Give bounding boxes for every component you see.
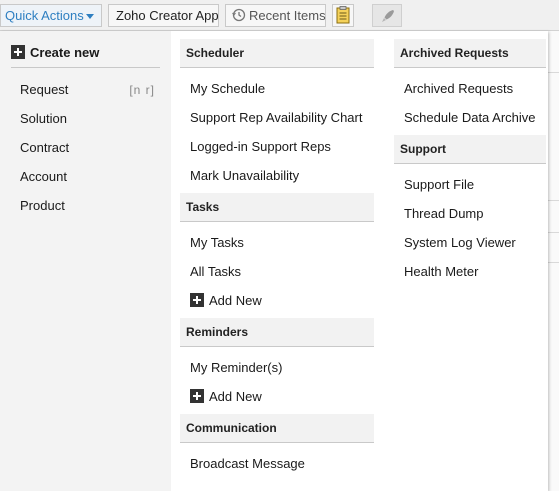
system-log-viewer-link[interactable]: System Log Viewer: [404, 235, 516, 251]
health-meter-link[interactable]: Health Meter: [404, 264, 478, 280]
create-new-header: Create new: [11, 43, 160, 68]
background-divider: [547, 72, 559, 73]
plus-icon: [190, 293, 204, 307]
reminders-section-header: Reminders: [180, 318, 374, 347]
create-request-item[interactable]: Request [n r]: [20, 82, 155, 98]
top-toolbar: Quick Actions Zoho Creator App Recent It…: [0, 0, 559, 31]
clipboard-button[interactable]: [332, 4, 354, 27]
recent-items-button[interactable]: Recent Items: [225, 4, 326, 27]
add-new-label: Add New: [209, 389, 262, 404]
scheduler-section-header: Scheduler: [180, 39, 374, 68]
quick-actions-label: Quick Actions: [5, 8, 84, 23]
archived-requests-section-header: Archived Requests: [394, 39, 546, 68]
tasks-section-header: Tasks: [180, 193, 374, 222]
background-divider: [547, 232, 559, 233]
create-contract-item[interactable]: Contract: [20, 140, 155, 156]
quick-actions-menu: Create new Request [n r] Solution Contra…: [0, 31, 548, 491]
my-tasks-link[interactable]: My Tasks: [190, 235, 244, 251]
create-item-label: Account: [20, 169, 67, 184]
create-item-label: Product: [20, 198, 65, 213]
create-item-label: Contract: [20, 140, 70, 155]
create-item-label: Request: [20, 82, 69, 97]
all-tasks-link[interactable]: All Tasks: [190, 264, 241, 280]
zoho-creator-button[interactable]: Zoho Creator App: [108, 4, 219, 27]
create-product-item[interactable]: Product: [20, 198, 155, 214]
create-new-title: Create new: [30, 45, 100, 60]
background-divider: [547, 200, 559, 201]
create-solution-item[interactable]: Solution: [20, 111, 155, 127]
rocket-icon: [382, 10, 394, 22]
support-file-link[interactable]: Support File: [404, 177, 474, 193]
create-item-label: Solution: [20, 111, 67, 126]
shortcut-hint: [n r]: [129, 83, 155, 97]
background-divider: [547, 262, 559, 263]
plus-icon: [11, 45, 25, 59]
plus-icon: [190, 389, 204, 403]
chevron-down-icon: [86, 14, 94, 19]
add-new-label: Add New: [209, 293, 262, 308]
clipboard-icon: [336, 6, 350, 24]
create-new-column: Create new Request [n r] Solution Contra…: [0, 31, 171, 491]
quick-actions-button[interactable]: Quick Actions: [0, 4, 102, 27]
communication-section-header: Communication: [180, 414, 374, 443]
my-schedule-link[interactable]: My Schedule: [190, 81, 265, 97]
broadcast-message-link[interactable]: Broadcast Message: [190, 456, 305, 472]
archived-requests-link[interactable]: Archived Requests: [404, 81, 513, 97]
add-task-button[interactable]: Add New: [190, 293, 262, 309]
thread-dump-link[interactable]: Thread Dump: [404, 206, 483, 222]
history-clock-icon: [232, 8, 246, 22]
add-reminder-button[interactable]: Add New: [190, 389, 262, 405]
my-reminders-link[interactable]: My Reminder(s): [190, 360, 282, 376]
create-account-item[interactable]: Account: [20, 169, 155, 185]
logged-in-support-reps-link[interactable]: Logged-in Support Reps: [190, 139, 331, 155]
recent-items-label: Recent Items: [249, 8, 326, 23]
mark-unavailability-link[interactable]: Mark Unavailability: [190, 168, 299, 184]
support-section-header: Support: [394, 135, 546, 164]
schedule-data-archive-link[interactable]: Schedule Data Archive: [404, 110, 536, 126]
page-background: [547, 31, 559, 491]
support-rep-availability-link[interactable]: Support Rep Availability Chart: [190, 110, 362, 126]
rocket-button[interactable]: [372, 4, 402, 27]
